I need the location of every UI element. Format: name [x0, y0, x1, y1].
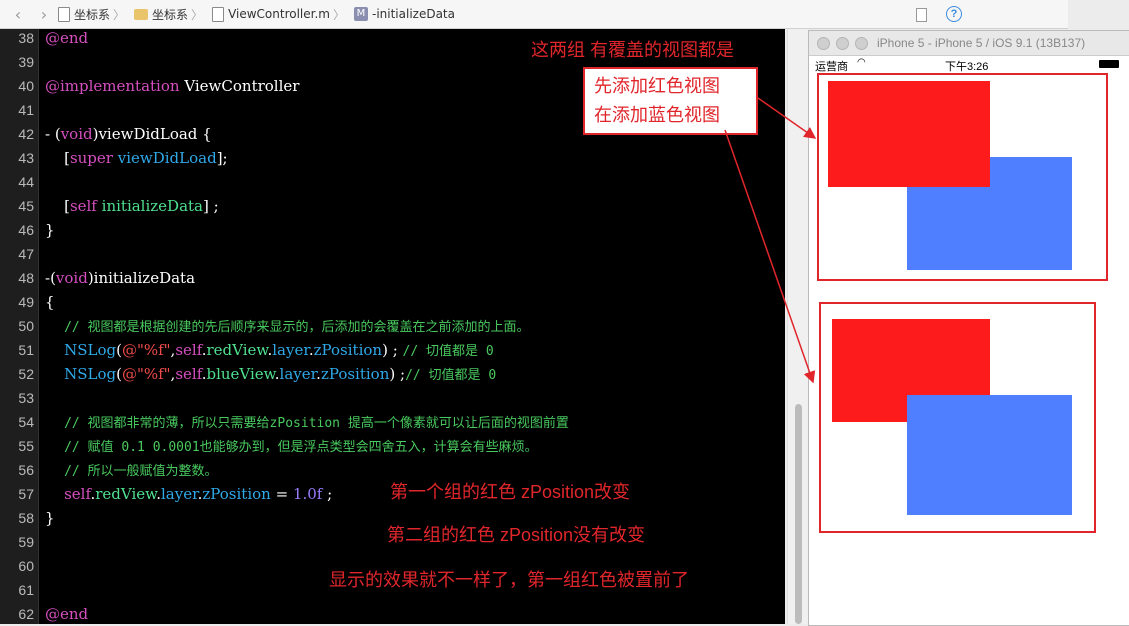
- close-button[interactable]: [817, 37, 830, 50]
- project-file-icon: [58, 6, 70, 22]
- annotation-box-line2: 在添加蓝色视图: [594, 105, 720, 125]
- code-line[interactable]: 52 NSLog(@"%f",self.blueView.layer.zPosi…: [0, 362, 785, 386]
- line-number: 61: [18, 582, 34, 598]
- code-text: @end: [45, 605, 89, 623]
- code-line[interactable]: 49 {: [0, 290, 785, 314]
- forward-arrow-icon[interactable]: ›: [36, 5, 52, 24]
- code-line[interactable]: 62 @end: [0, 602, 785, 624]
- group2-blue-view: [907, 395, 1072, 515]
- breadcrumb-label: -initializeData: [371, 7, 455, 21]
- code-text: }: [45, 509, 55, 527]
- line-number: 54: [18, 414, 34, 430]
- code-text: @implementation ViewController: [45, 77, 300, 95]
- annotation-group1: 第一个组的红色 zPosition改变: [390, 482, 631, 502]
- line-number: 53: [18, 390, 34, 406]
- annotation-group2: 第二组的红色 zPosition没有改变: [387, 525, 646, 545]
- code-line[interactable]: 51 NSLog(@"%f",self.redView.layer.zPosit…: [0, 338, 785, 362]
- jump-bar: ‹ › 坐标系 〉 坐标系 〉 ViewController.m 〉 M -ini…: [0, 0, 808, 29]
- code-text: {: [45, 293, 55, 311]
- line-number: 55: [18, 438, 34, 454]
- code-line[interactable]: 45 [self initializeData] ;: [0, 194, 785, 218]
- breadcrumb-method[interactable]: M -initializeData: [353, 7, 455, 21]
- line-number: 50: [18, 318, 34, 334]
- breadcrumb-label: ViewController.m: [228, 7, 330, 21]
- code-text: // 赋值 0.1 0.0001也能够办到，但是浮点类型会四舍五入，计算会有些麻…: [64, 440, 538, 455]
- code-text: -(void)initializeData: [45, 269, 196, 287]
- line-number: 57: [18, 486, 34, 502]
- line-number: 48: [18, 270, 34, 286]
- code-line[interactable]: 54 // 视图都非常的薄，所以只需要给zPosition 提高一个像素就可以让…: [0, 410, 785, 434]
- breadcrumb-project[interactable]: 坐标系: [58, 6, 110, 23]
- line-number: 52: [18, 366, 34, 382]
- line-number: 39: [18, 54, 34, 70]
- code-text: // 视图都是根据创建的先后顺序来显示的，后添加的会覆盖在之前添加的上面。: [64, 320, 530, 335]
- line-number: 43: [18, 150, 34, 166]
- code-text: // 所以一般赋值为整数。: [64, 464, 218, 479]
- code-text: self.redView.layer.zPosition = 1.0f ;: [64, 485, 333, 503]
- line-number: 47: [18, 246, 34, 262]
- breadcrumb-folder[interactable]: 坐标系: [134, 6, 188, 23]
- scrollbar-thumb[interactable]: [795, 404, 802, 624]
- line-number: 42: [18, 126, 34, 142]
- code-line[interactable]: 55 // 赋值 0.1 0.0001也能够办到，但是浮点类型会四舍五入，计算会…: [0, 434, 785, 458]
- code-text: NSLog(@"%f",self.blueView.layer.zPositio…: [64, 365, 497, 383]
- help-icon[interactable]: ?: [946, 6, 962, 22]
- carrier-label: 运营商: [815, 61, 848, 73]
- source-file-icon: [212, 6, 225, 22]
- back-arrow-icon[interactable]: ‹: [10, 5, 26, 24]
- line-number: 41: [18, 102, 34, 118]
- code-text: }: [45, 221, 55, 239]
- line-number: 51: [18, 342, 34, 358]
- status-bar: 运营商 ◠ 下午3:26: [809, 56, 1129, 73]
- line-number: 40: [18, 78, 34, 94]
- editor-scrollbar[interactable]: [787, 29, 808, 624]
- line-number: 44: [18, 174, 34, 190]
- code-line[interactable]: 43 [super viewDidLoad];: [0, 146, 785, 170]
- time-label: 下午3:26: [945, 61, 989, 73]
- code-text: [self initializeData] ;: [45, 197, 219, 215]
- code-text: NSLog(@"%f",self.redView.layer.zPosition…: [64, 341, 494, 359]
- file-inspector-icon[interactable]: [916, 8, 927, 22]
- code-line[interactable]: 46}: [0, 218, 785, 242]
- line-number: 56: [18, 462, 34, 478]
- folder-icon: [134, 8, 149, 20]
- breadcrumb-separator: 〉: [332, 7, 345, 22]
- breadcrumb-label: 坐标系: [74, 7, 111, 22]
- code-line[interactable]: 48 -(void)initializeData: [0, 266, 785, 290]
- line-number: 58: [18, 510, 34, 526]
- code-line[interactable]: 44: [0, 170, 785, 194]
- code-line[interactable]: 53: [0, 386, 785, 410]
- battery-icon: [1099, 60, 1119, 68]
- code-line[interactable]: 47: [0, 242, 785, 266]
- code-text: - (void)viewDidLoad {: [45, 125, 212, 143]
- simulator-title: iPhone 5 - iPhone 5 / iOS 9.1 (13B137): [877, 36, 1086, 50]
- method-icon: M: [353, 7, 368, 21]
- breadcrumb-separator: 〉: [113, 7, 126, 22]
- annotation-box-line1: 先添加红色视图: [594, 76, 720, 96]
- code-text: // 视图都非常的薄，所以只需要给zPosition 提高一个像素就可以让后面的…: [64, 416, 569, 431]
- code-text: @end: [45, 29, 89, 47]
- line-number: 46: [18, 222, 34, 238]
- line-number: 38: [18, 30, 34, 46]
- line-number: 62: [18, 606, 34, 622]
- wifi-icon: ◠: [857, 57, 866, 68]
- annotation-top: 这两组 有覆盖的视图都是: [531, 40, 734, 60]
- code-text: [super viewDidLoad];: [45, 149, 228, 167]
- breadcrumb-file[interactable]: ViewController.m: [212, 6, 330, 22]
- zoom-button[interactable]: [855, 37, 868, 50]
- line-number: 60: [18, 558, 34, 574]
- line-number: 59: [18, 534, 34, 550]
- simulator-titlebar: iPhone 5 - iPhone 5 / iOS 9.1 (13B137): [809, 31, 1129, 56]
- breadcrumb-separator: 〉: [191, 7, 204, 22]
- inspector-toolbar: ?: [808, 0, 1068, 29]
- annotation-result: 显示的效果就不一样了，第一组红色被置前了: [329, 570, 689, 590]
- breadcrumb-label: 坐标系: [152, 7, 189, 22]
- group1-red-view: [828, 81, 990, 187]
- code-line[interactable]: 50 // 视图都是根据创建的先后顺序来显示的，后添加的会覆盖在之前添加的上面。: [0, 314, 785, 338]
- line-number: 49: [18, 294, 34, 310]
- minimize-button[interactable]: [836, 37, 849, 50]
- line-number: 45: [18, 198, 34, 214]
